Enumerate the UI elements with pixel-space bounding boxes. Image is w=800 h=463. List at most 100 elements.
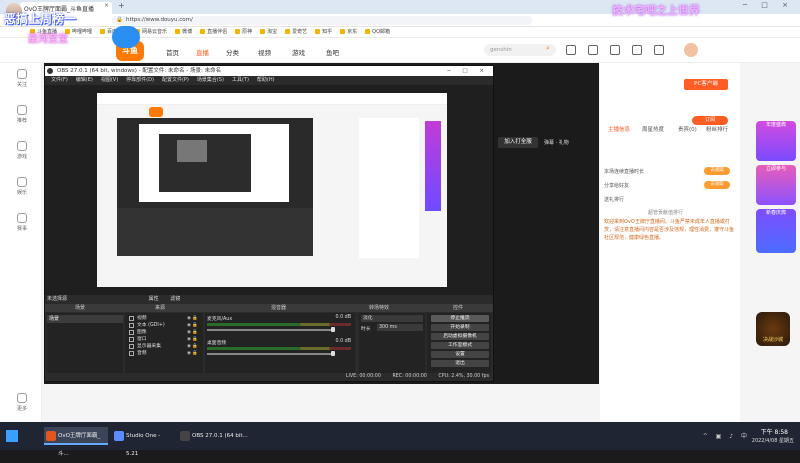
taskbar-app-studio-one[interactable]: Studio One - 5.21 [112, 427, 174, 457]
nav-category[interactable]: 分类 [226, 47, 239, 57]
source-item[interactable]: 窗口 ◉ 🔒 [127, 336, 201, 343]
download-icon[interactable] [610, 45, 620, 55]
rail-events[interactable]: 赛事 [8, 213, 36, 232]
virtual-camera-button[interactable]: 启动虚拟摄像机 [431, 333, 489, 340]
eye-icon[interactable]: ◉ 🔒 [187, 336, 198, 343]
obs-preview-area [45, 85, 493, 295]
claim-badge[interactable]: 去领取 [704, 181, 730, 189]
obs-window-controls[interactable]: ─ □ × [447, 66, 489, 76]
obs-menu-item[interactable]: 视图(V) [101, 76, 118, 85]
bookmark-item[interactable]: 知乎 [315, 27, 332, 38]
source-icon [129, 323, 134, 328]
close-tab-icon[interactable]: × [104, 2, 109, 9]
nav-video[interactable]: 视频 [258, 47, 271, 57]
volume-knob[interactable] [331, 327, 335, 332]
tab-fan-rank[interactable]: 粉丝排行 [706, 125, 728, 133]
nav-home[interactable]: 首页 [166, 47, 179, 57]
system-tray[interactable]: ^ ▣ ♪ 中 [703, 431, 750, 440]
source-item[interactable]: 显示器采集 ◉ 🔒 [127, 343, 201, 350]
claim-badge[interactable]: 去领取 [704, 167, 730, 175]
bookmark-item[interactable]: 直播伴侣 [200, 27, 227, 38]
tab-vip[interactable]: 贵宾(0) [678, 125, 697, 133]
rail-recommend[interactable]: 推荐 [8, 105, 36, 124]
volume-knob[interactable] [331, 351, 335, 356]
properties-button[interactable]: 属性 [149, 296, 159, 302]
transition-select[interactable]: 淡化 [361, 315, 423, 322]
join-button[interactable]: 加入打全服 [498, 137, 538, 148]
transitions-dock: 淡化 时长 300 ms [359, 313, 425, 373]
stop-streaming-button[interactable]: 停止推流 [431, 315, 489, 322]
clock-time[interactable]: 下午 8:58 [761, 427, 788, 436]
eye-icon[interactable]: ◉ 🔒 [187, 315, 198, 322]
events-icon [17, 213, 27, 223]
obs-menu-item[interactable]: 配置文件(P) [162, 76, 189, 85]
promo-game[interactable]: 决战沙城 [756, 312, 790, 346]
promo-banner[interactable]: 立即参与 [756, 165, 796, 205]
message-icon[interactable] [632, 45, 642, 55]
eye-icon[interactable]: ◉ 🔒 [187, 329, 198, 336]
obs-menu-item[interactable]: 工具(T) [232, 76, 249, 85]
obs-menu-item[interactable]: 场景集合(S) [197, 76, 224, 85]
source-item[interactable]: 视频 ◉ 🔒 [127, 315, 201, 322]
follow-list-icon[interactable] [588, 45, 598, 55]
rail-follow[interactable]: 关注 [8, 69, 36, 88]
window-controls[interactable]: ─ □ × [743, 1, 794, 9]
obs-menu-item[interactable]: 编辑(E) [76, 76, 93, 85]
start-button[interactable] [6, 430, 18, 442]
mixer-track-label: 桌面音频 [207, 341, 227, 346]
volume-slider[interactable] [207, 353, 335, 355]
eye-icon[interactable]: ◉ 🔒 [187, 350, 198, 357]
obs-menu-item[interactable]: 停靠部件(D) [126, 76, 154, 85]
eye-icon[interactable]: ◉ 🔒 [187, 343, 198, 350]
rail-more[interactable]: 更多 [8, 393, 36, 412]
taskbar-app-obs[interactable]: OBS 27.0.1 (64 bit... [178, 427, 248, 445]
bookmark-item[interactable]: QQ邮箱 [365, 27, 390, 38]
history-icon[interactable] [566, 45, 576, 55]
obs-menu-item[interactable]: 帮助(H) [257, 76, 275, 85]
new-tab-icon[interactable]: + [118, 1, 125, 10]
duration-input[interactable]: 300 ms [377, 324, 423, 331]
clock-date[interactable]: 2022/4/08 星期五 [752, 437, 794, 444]
source-item[interactable]: 音频 ◉ 🔒 [127, 350, 201, 357]
preview-nested-canvas [139, 124, 289, 202]
taskbar-app-browser[interactable]: OvO王牌厅面霸_斗... [44, 427, 108, 457]
user-avatar[interactable] [684, 43, 698, 57]
settings-button[interactable]: 设置 [431, 351, 489, 358]
filters-button[interactable]: 滤镜 [170, 296, 180, 302]
bookmark-item[interactable]: 微博 [175, 27, 192, 38]
tab-streamer-info[interactable]: 主播信息 [608, 125, 630, 133]
games-icon [17, 141, 27, 151]
exit-button[interactable]: 退出 [431, 360, 489, 367]
follow-button[interactable]: 订阅 [692, 116, 728, 125]
promo-banner[interactable]: 新春庆典 [756, 209, 796, 253]
pc-client-button[interactable]: PC客户端 [684, 79, 728, 90]
url-field[interactable]: 🔒 https://www.douyu.com/ [112, 16, 532, 25]
list-row: 分享给好友 [604, 183, 630, 189]
search-icon[interactable]: ⌕ [546, 44, 550, 53]
rail-entertainment[interactable]: 娱乐 [8, 177, 36, 196]
obs-menu-item[interactable]: 文件(F) [51, 76, 68, 85]
obs-preview[interactable] [97, 93, 447, 287]
studio-mode-button[interactable]: 工作室模式 [431, 342, 489, 349]
start-recording-button[interactable]: 开始录制 [431, 324, 489, 331]
nav-fishbar[interactable]: 鱼吧 [326, 47, 339, 57]
scene-item[interactable]: 场景 [47, 315, 123, 323]
eye-icon[interactable]: ◉ 🔒 [187, 322, 198, 329]
source-item[interactable]: 文本 (GDI+) ◉ 🔒 [127, 322, 201, 329]
promo-banner[interactable]: 年度盛典 [756, 121, 796, 161]
list-row: 送礼排行 [604, 197, 625, 203]
bookmark-item[interactable]: 哔哩哔哩 [65, 27, 92, 38]
source-item[interactable]: 图像 ◉ 🔒 [127, 329, 201, 336]
volume-slider[interactable] [207, 329, 335, 331]
bookmark-item[interactable]: 原神 [235, 27, 252, 38]
task-icon[interactable] [654, 45, 664, 55]
bookmark-item[interactable]: 京东 [340, 27, 357, 38]
nav-live[interactable]: 直播 [196, 47, 209, 57]
entertainment-icon [17, 177, 27, 187]
live-status: LIVE: 00:00:00 [345, 374, 381, 379]
nav-games[interactable]: 游戏 [292, 47, 305, 57]
bookmark-item[interactable]: 淘宝 [260, 27, 277, 38]
rail-games[interactable]: 游戏 [8, 141, 36, 160]
tab-weekly[interactable]: 周星热度 [642, 125, 664, 133]
bookmark-item[interactable]: 爱奇艺 [285, 27, 307, 38]
